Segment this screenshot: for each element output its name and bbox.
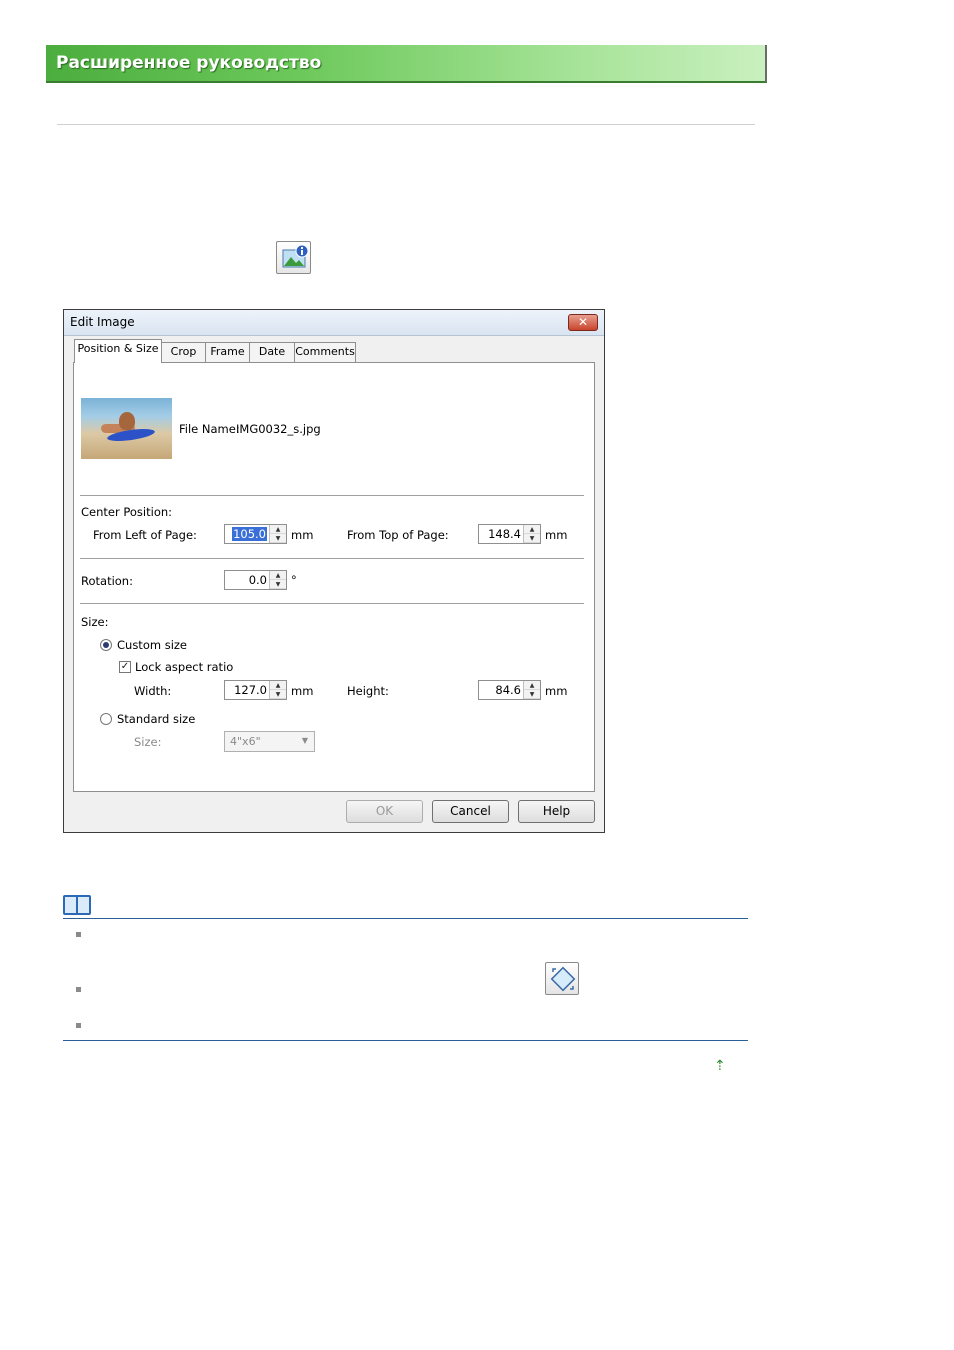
rotation-spinner[interactable]: 0.0 ▲ ▼: [224, 570, 287, 590]
from-top-spinner[interactable]: 148.4 ▲ ▼: [478, 524, 541, 544]
arrow-up-icon[interactable]: ⇡: [714, 1058, 726, 1074]
width-label: Width:: [134, 684, 172, 698]
lock-aspect-label[interactable]: Lock aspect ratio: [135, 660, 233, 674]
standard-size-field-label: Size:: [134, 735, 162, 749]
spin-down-icon[interactable]: ▼: [524, 690, 540, 699]
width-spinner[interactable]: 127.0 ▲ ▼: [224, 680, 287, 700]
width-unit: mm: [291, 684, 314, 698]
manual-banner: Расширенное руководство: [46, 45, 767, 83]
height-spinner[interactable]: 84.6 ▲ ▼: [478, 680, 541, 700]
cancel-button[interactable]: Cancel: [432, 800, 509, 823]
size-heading: Size:: [81, 615, 109, 629]
standard-size-label[interactable]: Standard size: [117, 712, 195, 726]
from-top-label: From Top of Page:: [347, 528, 449, 542]
note-divider: [63, 918, 748, 919]
spin-down-icon[interactable]: ▼: [270, 690, 286, 699]
from-top-unit: mm: [545, 528, 568, 542]
custom-size-label[interactable]: Custom size: [117, 638, 187, 652]
spin-up-icon[interactable]: ▲: [270, 681, 286, 690]
tab-date[interactable]: Date: [249, 342, 295, 362]
image-thumbnail: [81, 398, 172, 459]
tab-crop[interactable]: Crop: [161, 342, 206, 362]
center-position-heading: Center Position:: [81, 505, 173, 519]
position-size-panel: File Name: IMG0032_s.jpg Center Position…: [73, 362, 595, 792]
spin-up-icon[interactable]: ▲: [524, 525, 540, 534]
height-value[interactable]: 84.6: [495, 683, 521, 697]
height-label: Height:: [347, 684, 389, 698]
lock-aspect-checkbox[interactable]: ✓: [119, 661, 131, 673]
rotation-label: Rotation:: [81, 574, 133, 588]
from-left-unit: mm: [291, 528, 314, 542]
dialog-titlebar: Edit Image ✕: [64, 310, 604, 336]
separator: [80, 603, 584, 605]
image-info-icon[interactable]: [276, 241, 311, 274]
spin-up-icon[interactable]: ▲: [270, 525, 286, 534]
close-button[interactable]: ✕: [568, 314, 598, 331]
tab-position-size[interactable]: Position & Size: [74, 339, 162, 363]
spin-up-icon[interactable]: ▲: [524, 681, 540, 690]
from-left-label: From Left of Page:: [93, 528, 197, 542]
bullet-icon: [76, 932, 81, 937]
standard-size-radio[interactable]: [100, 713, 112, 725]
spin-down-icon[interactable]: ▼: [270, 580, 286, 589]
ok-button[interactable]: OK: [346, 800, 423, 823]
manual-title: Расширенное руководство: [56, 53, 322, 73]
bullet-icon: [76, 987, 81, 992]
separator: [80, 495, 584, 497]
header-divider: [57, 124, 755, 125]
from-top-value[interactable]: 148.4: [488, 527, 521, 541]
help-button[interactable]: Help: [518, 800, 595, 823]
rotation-value[interactable]: 0.0: [249, 573, 267, 587]
standard-size-value: 4"x6": [230, 735, 261, 748]
note-end-divider: [63, 1040, 748, 1041]
separator: [80, 558, 584, 560]
note-book-icon: [63, 895, 91, 915]
chevron-down-icon: ▼: [301, 736, 308, 745]
edit-image-dialog: Edit Image ✕ Position & Size Crop Frame …: [63, 309, 605, 833]
file-name-label: File Name:: [179, 422, 240, 436]
file-name-value: IMG0032_s.jpg: [236, 422, 321, 436]
bullet-icon: [76, 1023, 81, 1028]
from-left-spinner[interactable]: 105.0 ▲ ▼: [224, 524, 287, 544]
custom-size-radio[interactable]: [100, 639, 112, 651]
fit-to-frame-icon[interactable]: [545, 962, 579, 995]
from-left-value[interactable]: 105.0: [232, 527, 267, 541]
spin-up-icon[interactable]: ▲: [270, 571, 286, 580]
tab-frame[interactable]: Frame: [205, 342, 250, 362]
height-unit: mm: [545, 684, 568, 698]
rotation-unit: °: [291, 573, 297, 587]
spin-down-icon[interactable]: ▼: [270, 534, 286, 543]
dialog-title: Edit Image: [70, 315, 135, 329]
tab-comments[interactable]: Comments: [294, 342, 356, 362]
width-value[interactable]: 127.0: [234, 683, 267, 697]
close-icon: ✕: [577, 315, 589, 329]
standard-size-select[interactable]: 4"x6" ▼: [224, 731, 315, 752]
spin-down-icon[interactable]: ▼: [524, 534, 540, 543]
